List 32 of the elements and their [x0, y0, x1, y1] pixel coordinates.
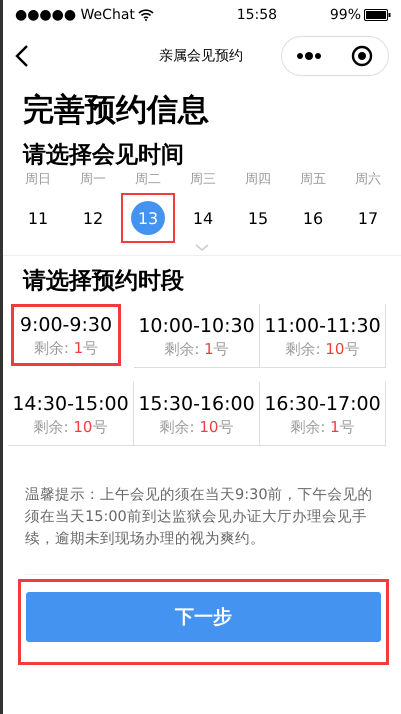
back-button[interactable]	[15, 43, 31, 69]
time-slot[interactable]: 16:30-17:00 剩余: 1号	[260, 382, 386, 446]
notice-text: 温馨提示：上午会见的须在当天9:30前，下午会见的须在当天15:00前到达监狱会见办证大厅办理会见手续，逾期未到现场办理的视为爽约。	[25, 486, 374, 549]
date-item[interactable]: 15	[241, 201, 275, 235]
time-slot[interactable]: 14:30-15:00 剩余: 10号	[8, 382, 134, 446]
time-slot[interactable]: 15:30-16:00 剩余: 10号	[134, 382, 260, 446]
clock-time: 15:58	[236, 7, 278, 23]
battery-icon	[364, 9, 391, 21]
page-title: 完善预约信息	[23, 91, 210, 130]
time-slot[interactable]: 11:00-11:30 剩余: 10号	[260, 304, 386, 368]
weekday-label: 周三	[190, 171, 216, 189]
date-item[interactable]: 16	[296, 201, 330, 235]
section-heading: 请选择预约时段	[23, 267, 185, 296]
date-item[interactable]: 14	[186, 201, 220, 235]
time-slot[interactable]: 10:00-10:30 剩余: 1号	[134, 304, 260, 368]
date-item[interactable]: 11	[21, 201, 55, 235]
weekday-label: 周二	[135, 171, 161, 189]
date-item[interactable]: 12	[76, 201, 110, 235]
weekday-label: 周日	[25, 171, 51, 189]
nav-title: 亲属会见预约	[158, 47, 244, 65]
weekday-label: 周一	[80, 171, 106, 189]
weekday-label: 周五	[300, 171, 326, 189]
time-slot[interactable]: 9:00-9:30 剩余: 1号	[11, 304, 121, 366]
wifi-icon	[138, 9, 154, 21]
more-button[interactable]	[297, 52, 321, 60]
date-item[interactable]: 17	[351, 201, 385, 235]
close-button[interactable]	[351, 45, 373, 67]
weekday-label: 周六	[355, 171, 381, 189]
battery-percent: 99%	[330, 7, 361, 23]
carrier-label: ●●●●● WeChat	[15, 7, 135, 23]
section-heading: 请选择会见时间	[23, 141, 185, 170]
weekday-label: 周四	[245, 171, 271, 189]
